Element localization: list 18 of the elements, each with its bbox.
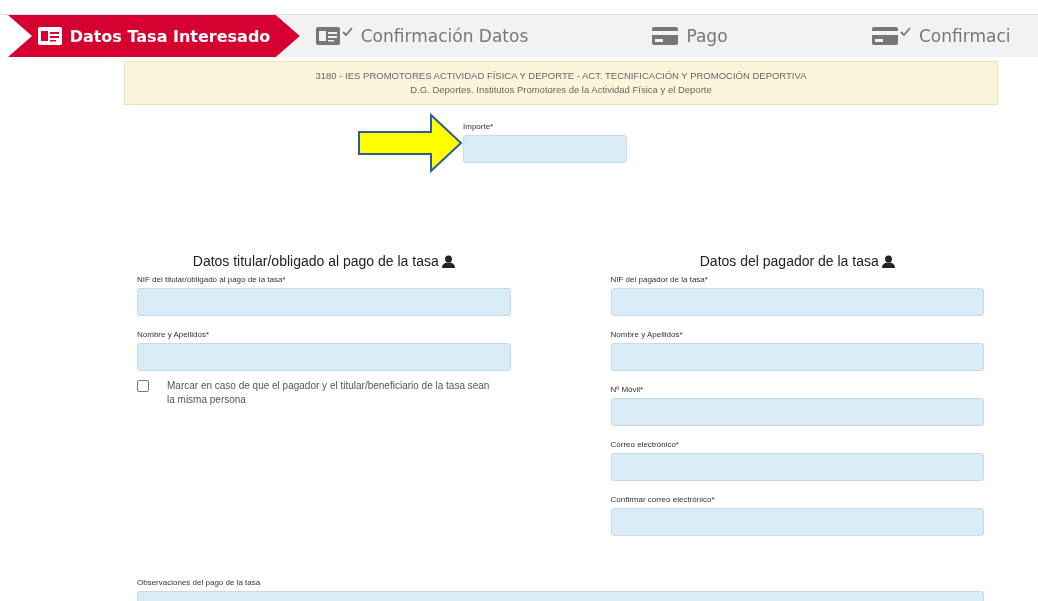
- field-label: Nombre y Apellidos*: [137, 330, 211, 339]
- procedure-department: D.G. Deportes. Institutos Promotores de la Actividad Física y el Deporte: [409, 83, 713, 97]
- field-label: Nº Móvil*: [610, 385, 645, 394]
- step-tab[interactable]: Confirmación Datos: [276, 15, 568, 57]
- step-tab[interactable]: Confirmaci: [812, 15, 1038, 57]
- section-title: Datos del pagador de la tasa: [699, 253, 879, 269]
- field-label: Observaciones del pago de la tasa: [137, 578, 262, 587]
- field-label: NIF del pagador de la tasa*: [610, 275, 709, 284]
- field-label: Nombre y Apellidos*: [610, 330, 684, 339]
- section-title: Datos titular/obligado al pago de la tasa: [192, 253, 439, 269]
- field-label: Importe*: [463, 122, 495, 131]
- field-label: Correo electrónico*: [610, 440, 680, 449]
- field-label: NIF del titular/obligado al pago de la tasa*: [137, 275, 287, 284]
- procedure-title: 3180 - IES PROMOTORES ACTIVIDAD FÍSICA Y DEPORTE - ACT. TECNIFICACIÓN Y PROMOCIÓN DEPORTIVA: [314, 69, 808, 83]
- step-tab[interactable]: Pago: [544, 15, 836, 57]
- step-tab[interactable]: Datos Tasa Interesado: [8, 15, 300, 57]
- field-label: Confirmar correo electrónico*: [610, 495, 716, 504]
- checkbox-label: Marcar en caso de que el pagador y el titular/beneficiario de la tasa sean la misma persona: [167, 379, 491, 407]
